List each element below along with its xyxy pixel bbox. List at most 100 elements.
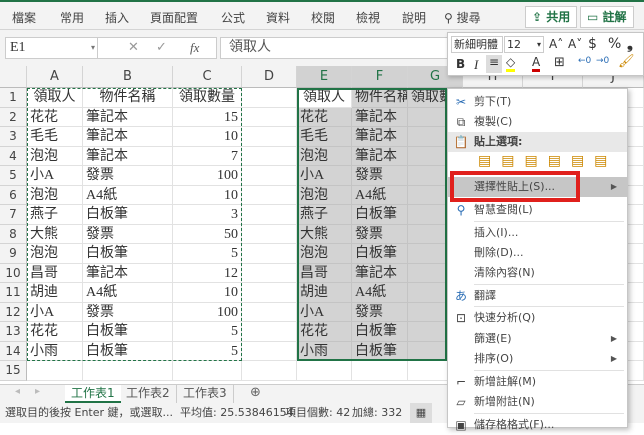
cell[interactable]: 筆記本 [83, 107, 173, 127]
cell[interactable]: 白板筆 [352, 244, 408, 264]
menu-item-quick-analysis[interactable]: ⊡ 快速分析(Q) [448, 308, 627, 328]
cell[interactable]: 泡泡 [27, 185, 83, 205]
row-header-8[interactable]: 8 [0, 224, 27, 244]
column-header-F[interactable]: F [352, 66, 408, 88]
cell[interactable] [27, 361, 83, 381]
cell[interactable]: 100 [173, 302, 242, 322]
row-header-2[interactable]: 2 [0, 107, 27, 127]
comma-style-icon[interactable]: ❟ [627, 35, 633, 53]
increase-font-icon[interactable]: A˄ [549, 37, 563, 51]
cell[interactable]: 胡迪 [27, 283, 83, 303]
currency-icon[interactable]: $ [588, 36, 597, 52]
paste-icon[interactable]: ▤ [478, 153, 501, 169]
cell[interactable]: 小雨 [27, 341, 83, 361]
column-header-C[interactable]: C [173, 66, 242, 88]
cell[interactable]: 10 [173, 283, 242, 303]
paste-link-icon[interactable]: ▤ [594, 153, 617, 169]
cell[interactable]: 昌哥 [27, 263, 83, 283]
cell[interactable]: 15 [173, 107, 242, 127]
row-header-10[interactable]: 10 [0, 263, 27, 283]
format-painter-icon[interactable]: 🖌 [618, 54, 635, 69]
cell[interactable]: 小A [27, 302, 83, 322]
cell[interactable]: 白板筆 [83, 341, 173, 361]
cell[interactable] [242, 224, 297, 244]
paste-formatting-icon[interactable]: ▤ [571, 153, 594, 169]
cell[interactable]: 筆記本 [83, 146, 173, 166]
cell[interactable]: 白板筆 [83, 244, 173, 264]
cancel-icon[interactable]: ✕ [128, 38, 139, 58]
add-sheet-icon[interactable]: ⊕ [250, 385, 261, 400]
row-header-14[interactable]: 14 [0, 341, 27, 361]
tab-file[interactable]: 檔案 [12, 9, 36, 26]
paste-transpose-icon[interactable]: ▤ [548, 153, 571, 169]
cell[interactable]: 泡泡 [297, 185, 352, 205]
chevron-down-icon[interactable]: ▾ [91, 38, 95, 58]
cell[interactable]: 花花 [27, 322, 83, 342]
cell[interactable] [242, 166, 297, 186]
cell[interactable]: 毛毛 [27, 127, 83, 147]
row-header-9[interactable]: 9 [0, 244, 27, 264]
italic-button[interactable]: I [474, 57, 478, 73]
enter-icon[interactable]: ✓ [156, 38, 167, 58]
column-header-B[interactable]: B [83, 66, 173, 88]
cell[interactable]: A4紙 [352, 185, 408, 205]
cell[interactable]: 領取人 [27, 88, 83, 108]
scroll-right-icon[interactable]: ▸ [35, 386, 40, 397]
cell[interactable]: 小A [297, 166, 352, 186]
align-center-icon[interactable]: ≡ [486, 55, 502, 73]
cell[interactable] [242, 107, 297, 127]
cell[interactable]: 白板筆 [83, 205, 173, 225]
cell[interactable]: 筆記本 [352, 146, 408, 166]
cell[interactable]: 小雨 [297, 341, 352, 361]
cell[interactable]: 白板筆 [352, 322, 408, 342]
cell[interactable] [242, 88, 297, 108]
insert-function-icon[interactable]: fx [190, 38, 199, 58]
paste-values-icon[interactable]: ▤ [501, 153, 524, 169]
cell[interactable]: 發票 [83, 302, 173, 322]
sheet-tab-2[interactable]: 工作表2 [120, 385, 177, 403]
cell[interactable]: 筆記本 [83, 127, 173, 147]
menu-item-copy[interactable]: ⧉ 複製(C) [448, 112, 627, 132]
cell[interactable]: A4紙 [83, 283, 173, 303]
row-header-7[interactable]: 7 [0, 205, 27, 225]
cell[interactable] [242, 185, 297, 205]
share-button[interactable]: ⇪ 共用 [525, 6, 578, 28]
cell[interactable] [242, 263, 297, 283]
cell[interactable]: 10 [173, 185, 242, 205]
row-header-3[interactable]: 3 [0, 127, 27, 147]
select-all[interactable] [0, 66, 27, 88]
tab-data[interactable]: 資料 [266, 9, 290, 26]
paste-formulas-icon[interactable]: ▤ [524, 153, 547, 169]
name-box[interactable]: E1 ▾ [5, 37, 102, 59]
cell[interactable]: 5 [173, 322, 242, 342]
cell[interactable]: 泡泡 [297, 146, 352, 166]
row-header-1[interactable]: 1 [0, 88, 27, 108]
comments-button[interactable]: ▭ 註解 [580, 6, 634, 28]
tab-review[interactable]: 校閱 [311, 9, 335, 26]
row-header-6[interactable]: 6 [0, 185, 27, 205]
cell[interactable]: 大熊 [27, 224, 83, 244]
cell[interactable]: 白板筆 [352, 341, 408, 361]
increase-decimal-icon[interactable]: ←0 [578, 56, 591, 66]
cell[interactable]: 泡泡 [297, 244, 352, 264]
row-header-5[interactable]: 5 [0, 166, 27, 186]
menu-item-cut[interactable]: ✂ 剪下(T) [448, 92, 627, 112]
cell[interactable] [242, 283, 297, 303]
cell[interactable]: 5 [173, 341, 242, 361]
cell[interactable]: 發票 [352, 302, 408, 322]
row-header-12[interactable]: 12 [0, 302, 27, 322]
menu-item-translate[interactable]: あ翻譯 [448, 286, 627, 306]
sheet-tab-3[interactable]: 工作表3 [177, 385, 234, 403]
cell[interactable]: 領取人 [297, 88, 352, 108]
cell[interactable] [242, 244, 297, 264]
cell[interactable] [242, 322, 297, 342]
column-header-D[interactable]: D [242, 66, 297, 88]
cell[interactable]: 筆記本 [352, 263, 408, 283]
search-button[interactable]: ⚲ 搜尋 [444, 9, 481, 26]
cell[interactable]: 領取數量 [173, 88, 242, 108]
cell[interactable] [242, 341, 297, 361]
cell[interactable]: 筆記本 [83, 263, 173, 283]
cell[interactable]: 胡迪 [297, 283, 352, 303]
cell[interactable]: A4紙 [83, 185, 173, 205]
column-header-A[interactable]: A [27, 66, 83, 88]
